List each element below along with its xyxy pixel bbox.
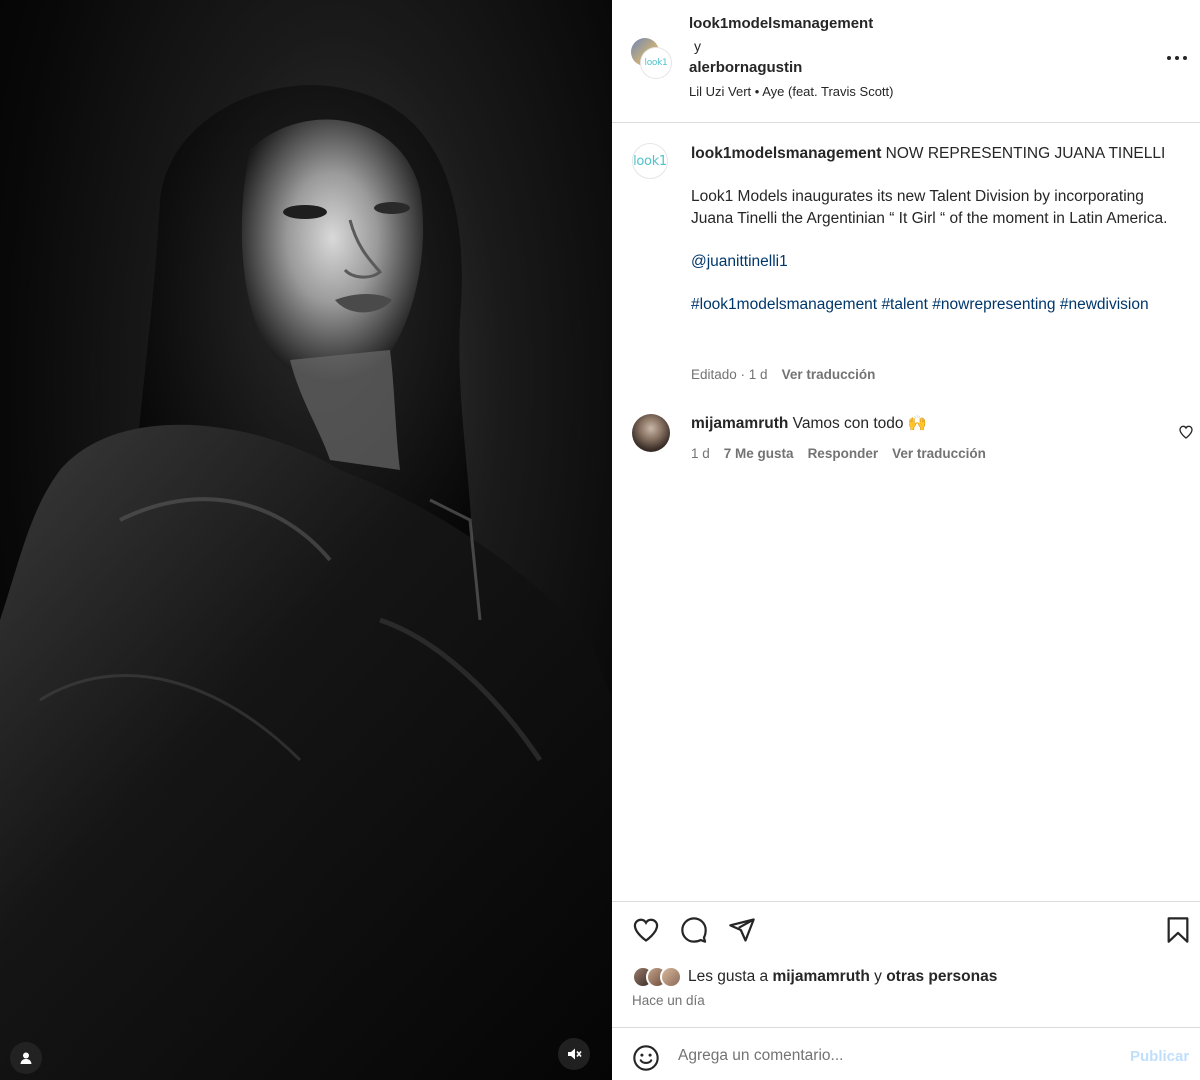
liker-avatar: [660, 966, 682, 988]
smiley-icon: [633, 1045, 659, 1071]
heart-icon: [633, 918, 659, 942]
header-and-label: y: [694, 38, 701, 54]
avatar-user1[interactable]: look1: [641, 48, 671, 78]
likes-middle: y: [874, 968, 882, 985]
post-details-panel: look1 look1modelsmanagement y alerbornag…: [612, 0, 1200, 1080]
likes-user[interactable]: mijamamruth: [772, 968, 869, 985]
comment-reply-button[interactable]: Responder: [808, 446, 879, 461]
audio-artist: Lil Uzi Vert: [689, 84, 752, 99]
comment-text: Vamos con todo 🙌: [792, 415, 928, 432]
speaker-muted-icon: [568, 1048, 582, 1060]
more-dots-icon: [1167, 56, 1187, 60]
paper-plane-icon: [729, 918, 755, 942]
post-header: look1 look1modelsmanagement y alerbornag…: [612, 0, 1200, 122]
hashtag-link[interactable]: #nowrepresenting: [932, 296, 1055, 313]
caption-headline: NOW REPRESENTING JUANA TINELLI: [885, 145, 1166, 162]
portrait-photo: [0, 84, 612, 1080]
more-options-button[interactable]: [1164, 46, 1190, 70]
emoji-button[interactable]: [632, 1044, 660, 1077]
audio-separator: •: [754, 84, 760, 99]
bookmark-icon: [1167, 917, 1189, 943]
hashtag-link[interactable]: #talent: [881, 296, 928, 313]
post-comment-button[interactable]: Publicar: [1130, 1048, 1189, 1065]
hashtag-link[interactable]: #look1modelsmanagement: [691, 296, 877, 313]
likes-text: Les gusta a mijamamruth y otras personas: [688, 968, 997, 986]
caption-meta: Editado · 1 d Ver traducción: [691, 367, 875, 382]
look1-logo: look1: [644, 58, 668, 68]
like-button[interactable]: [630, 914, 662, 946]
likes-summary[interactable]: Les gusta a mijamamruth y otras personas: [632, 965, 997, 989]
look1-logo: look1: [633, 153, 667, 169]
collab-avatars[interactable]: look1: [631, 38, 671, 78]
comment-username[interactable]: mijamamruth: [691, 415, 788, 432]
audio-track: Aye (feat. Travis Scott): [762, 84, 894, 99]
hashtags: #look1modelsmanagement #talent #nowrepre…: [691, 294, 1181, 316]
likes-prefix: Les gusta a: [688, 968, 769, 985]
comment-avatar[interactable]: [632, 414, 670, 452]
caption-avatar[interactable]: look1: [632, 143, 668, 179]
comment-likes[interactable]: 7 Me gusta: [724, 446, 794, 461]
comment-button[interactable]: [678, 914, 710, 946]
comment-item: mijamamruth Vamos con todo 🙌 1 d 7 Me gu…: [612, 410, 1200, 470]
hashtag-link[interactable]: #newdivision: [1060, 296, 1149, 313]
comment-text-line: mijamamruth Vamos con todo 🙌: [691, 414, 927, 433]
header-divider: [612, 122, 1200, 123]
header-username-1[interactable]: look1modelsmanagement: [689, 15, 873, 32]
comment-like-button[interactable]: [1178, 424, 1194, 445]
comment-icon: [681, 917, 707, 943]
comment-bar: Publicar: [612, 1028, 1200, 1080]
caption-body: look1modelsmanagement NOW REPRESENTING J…: [691, 143, 1181, 315]
post-time[interactable]: Hace un día: [632, 993, 705, 1008]
caption-translate-button[interactable]: Ver traducción: [782, 367, 876, 382]
caption-paragraph: Look1 Models inaugurates its new Talent …: [691, 188, 1168, 227]
header-username-2[interactable]: alerbornagustin: [689, 59, 802, 76]
likes-others[interactable]: otras personas: [886, 968, 997, 985]
comment-input[interactable]: [678, 1044, 1098, 1068]
share-button[interactable]: [726, 914, 758, 946]
action-bar: [612, 902, 1200, 962]
comment-meta: 1 d 7 Me gusta Responder Ver traducción: [691, 446, 986, 461]
comment-translate-button[interactable]: Ver traducción: [892, 446, 986, 461]
user-icon: [20, 1052, 32, 1064]
post-media[interactable]: [0, 0, 612, 1080]
caption-time: Editado · 1 d: [691, 367, 768, 382]
save-button[interactable]: [1162, 914, 1194, 946]
mention-link[interactable]: @juanittinelli1: [691, 253, 788, 270]
comment-time: 1 d: [691, 446, 710, 461]
heart-icon: [1179, 425, 1193, 439]
audio-link[interactable]: Lil Uzi Vert • Aye (feat. Travis Scott): [689, 84, 894, 99]
caption-username[interactable]: look1modelsmanagement: [691, 145, 881, 162]
mute-button[interactable]: [558, 1038, 590, 1070]
user-tags-button[interactable]: [10, 1042, 42, 1074]
